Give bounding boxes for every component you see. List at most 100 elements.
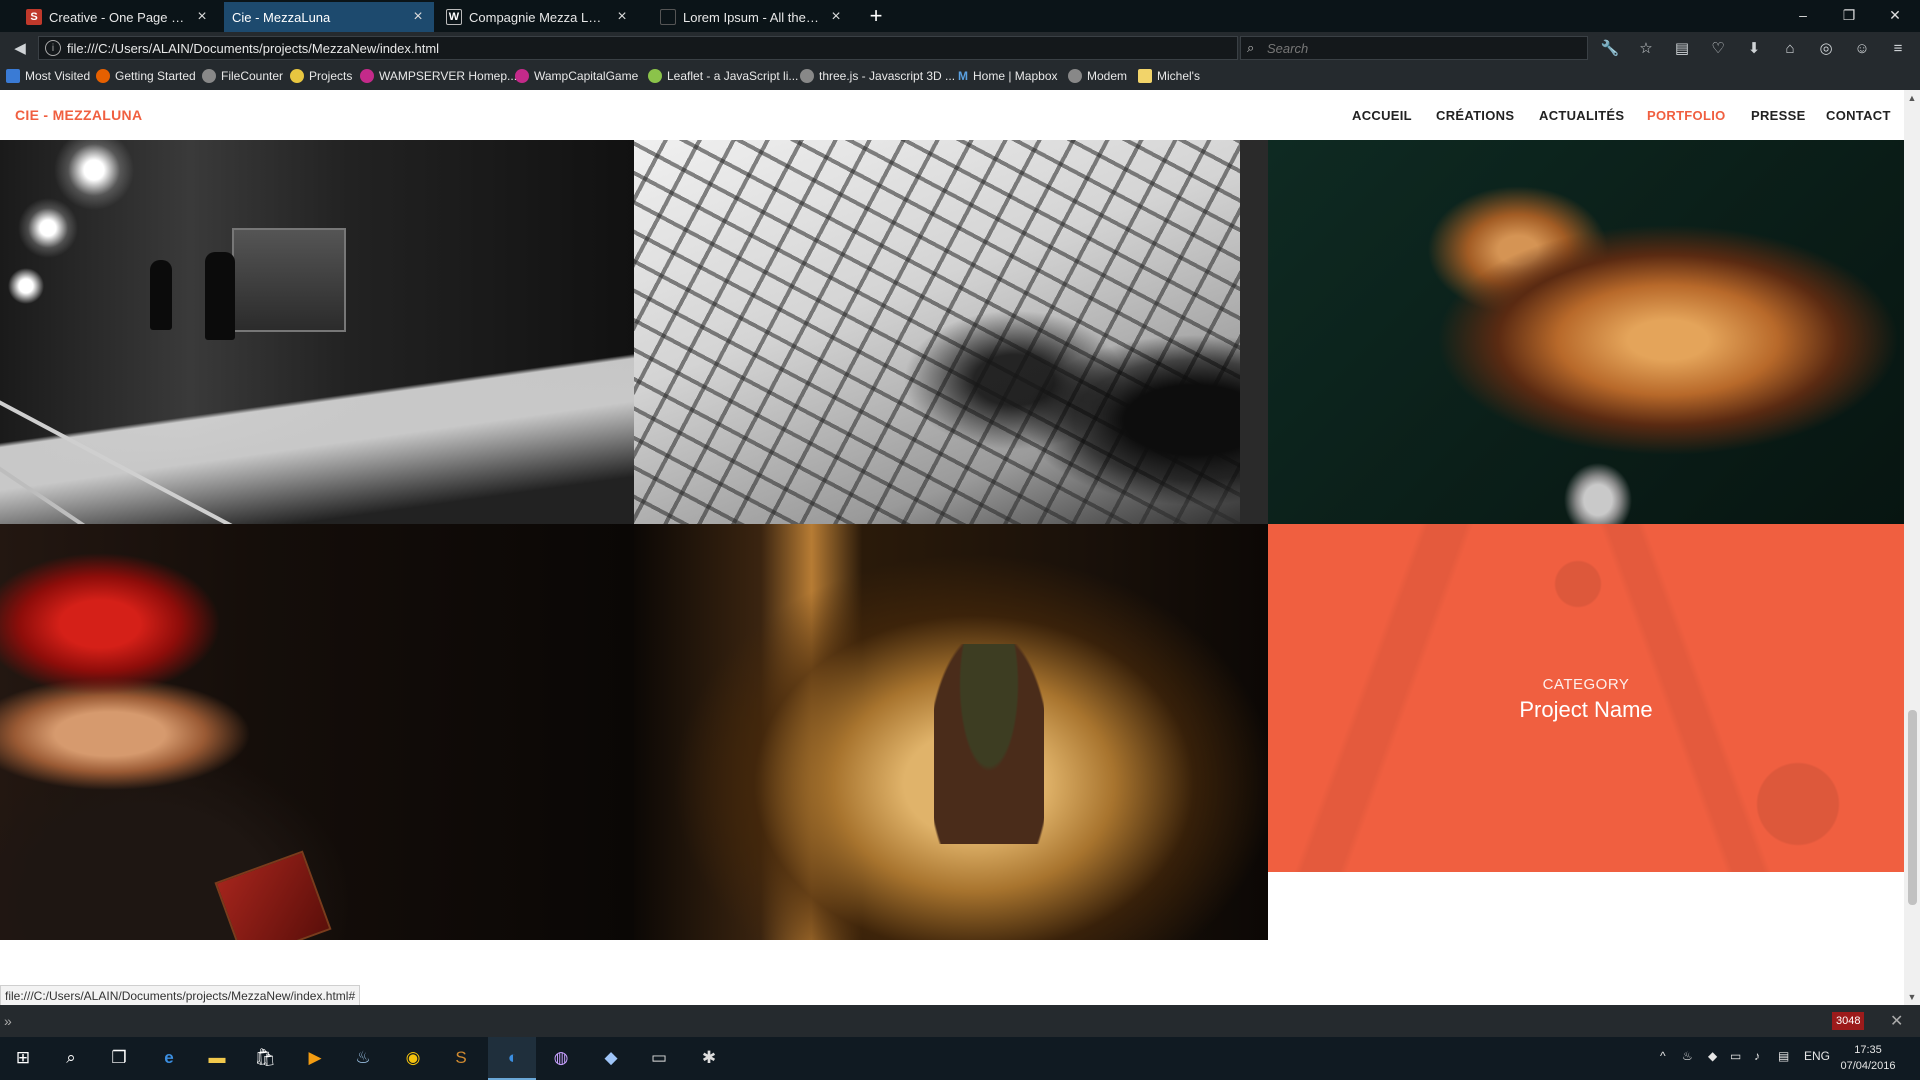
git-icon[interactable]: ✱	[696, 1045, 722, 1071]
mapbox-icon: M	[958, 69, 968, 83]
star-icon[interactable]: ☆	[1636, 38, 1656, 58]
restore-icon[interactable]: ❐	[1826, 0, 1872, 30]
volume-icon[interactable]: ♪	[1754, 1049, 1760, 1063]
bookmark-most-visited[interactable]: Most Visited	[6, 69, 90, 83]
menu-creations[interactable]: CRÉATIONS	[1436, 108, 1514, 123]
portfolio-project-name: Project Name	[1519, 697, 1653, 722]
bookmark-modem[interactable]: Modem	[1068, 69, 1127, 83]
system-clock[interactable]: 17:35 07/04/2016	[1838, 1042, 1898, 1074]
tab-mezzaluna[interactable]: Cie - MezzaLuna ×	[224, 2, 434, 32]
firefox-icon	[96, 69, 110, 83]
library-icon[interactable]: ▤	[1672, 38, 1692, 58]
portfolio-item-station-photo[interactable]	[0, 140, 634, 524]
bookmark-leaflet[interactable]: Leaflet - a JavaScript li...	[648, 69, 798, 83]
url-bar[interactable]: i file:///C:/Users/ALAIN/Documents/proje…	[38, 36, 1258, 60]
chevron-right-icon[interactable]: »	[4, 1013, 12, 1029]
page-scrollbar[interactable]: ▲ ▼	[1904, 90, 1920, 1005]
bookmark-threejs[interactable]: three.js - Javascript 3D ...	[800, 69, 955, 83]
close-tab-icon[interactable]: ×	[614, 8, 630, 26]
steam-tray-icon[interactable]: ♨	[1682, 1049, 1693, 1063]
windows-start-icon[interactable]: ⊞	[10, 1045, 36, 1071]
portfolio-category: CATEGORY	[1542, 676, 1630, 693]
portfolio-item-cobblestone-photo[interactable]	[634, 140, 1268, 524]
cube-icon[interactable]: ◆	[598, 1045, 624, 1071]
close-window-icon[interactable]: ✕	[1872, 0, 1918, 30]
bookmark-projects[interactable]: Projects	[290, 69, 352, 83]
scroll-up-icon[interactable]: ▲	[1904, 90, 1920, 106]
bookmark-getting-started[interactable]: Getting Started	[96, 69, 196, 83]
tab-title: Lorem Ipsum - All the fact...	[683, 9, 822, 25]
pocket-icon[interactable]: ♡	[1708, 38, 1728, 58]
status-bar-url: file:///C:/Users/ALAIN/Documents/project…	[0, 985, 361, 1007]
site-brand-link[interactable]: CIE - MEZZALUNA	[15, 107, 142, 123]
bookmark-filecounter[interactable]: FileCounter	[202, 69, 283, 83]
bookmark-michels[interactable]: Michel's	[1138, 69, 1200, 83]
tray-chevron-icon[interactable]: ^	[1660, 1049, 1666, 1063]
close-icon[interactable]: ✕	[1890, 1011, 1903, 1031]
search-placeholder: Search	[1267, 40, 1309, 56]
bookmark-mapbox[interactable]: M Home | Mapbox	[958, 69, 1058, 83]
task-view-icon[interactable]: ❐	[106, 1045, 132, 1071]
info-icon[interactable]: i	[45, 40, 61, 56]
globe-icon	[1068, 69, 1082, 83]
language-indicator[interactable]: ENG	[1804, 1049, 1830, 1063]
network-icon[interactable]: ▭	[1730, 1049, 1741, 1063]
chrome-icon[interactable]: ◉	[400, 1045, 426, 1071]
media-player-icon[interactable]: ▶	[302, 1045, 328, 1071]
file-explorer-icon[interactable]: ▬	[204, 1045, 230, 1071]
download-icon[interactable]: ⬇	[1744, 38, 1764, 58]
terminal-icon[interactable]: ▭	[646, 1045, 672, 1071]
wamp-icon	[360, 69, 374, 83]
bookmarks-toolbar: Most Visited Getting Started FileCounter…	[0, 64, 1920, 90]
sublime-icon[interactable]: S	[448, 1045, 474, 1071]
error-count-badge[interactable]: 3048	[1832, 1012, 1865, 1030]
menu-portfolio[interactable]: PORTFOLIO	[1647, 108, 1726, 123]
sync-icon[interactable]: ◎	[1816, 38, 1836, 58]
minimize-icon[interactable]: –	[1780, 0, 1826, 30]
menu-presse[interactable]: PRESSE	[1751, 108, 1806, 123]
tab-title: Cie - MezzaLuna	[232, 9, 331, 25]
search-input[interactable]: ⌕ Search	[1240, 36, 1588, 60]
dropbox-tray-icon[interactable]: ◆	[1708, 1049, 1717, 1063]
close-tab-icon[interactable]: ×	[828, 8, 844, 26]
store-icon[interactable]: 🛍	[252, 1045, 278, 1071]
chrome-icon	[290, 69, 304, 83]
menu-actualites[interactable]: ACTUALITÉS	[1539, 108, 1624, 123]
close-tab-icon[interactable]: ×	[194, 8, 210, 26]
close-tab-icon[interactable]: ×	[410, 8, 426, 26]
windows-taskbar: ⊞ ⌕ ❐ e ▬ 🛍 ▶ ♨ ◉ S ◐ ◍ ◆ ▭ ✱ ^ ♨ ◆ ▭ ♪ …	[0, 1037, 1920, 1080]
notifications-icon[interactable]: ▤	[1778, 1049, 1789, 1063]
steam-icon[interactable]: ♨	[350, 1045, 376, 1071]
chat-icon[interactable]: ☺	[1852, 38, 1872, 58]
search-icon[interactable]: ⌕	[58, 1045, 84, 1071]
wrench-icon[interactable]: 🔧	[1600, 38, 1620, 58]
menu-accueil[interactable]: ACCUEIL	[1352, 108, 1412, 123]
portfolio-item-hover-overlay[interactable]: CATEGORY Project Name	[1268, 524, 1904, 872]
tab-title: Compagnie Mezza Luna	[469, 9, 608, 25]
portfolio-item-crouching-figure-photo[interactable]	[634, 524, 1268, 940]
page-favicon-icon	[660, 9, 676, 25]
sitepoint-favicon-icon: S	[26, 9, 42, 25]
wikipedia-favicon-icon: W	[446, 9, 462, 25]
scrollbar-thumb[interactable]	[1908, 710, 1917, 905]
portfolio-item-singer-photo[interactable]	[1268, 140, 1904, 524]
new-tab-button[interactable]: +	[862, 2, 890, 30]
site-navbar: CIE - MEZZALUNA ACCUEIL CRÉATIONS ACTUAL…	[0, 90, 1904, 140]
url-text: file:///C:/Users/ALAIN/Documents/project…	[67, 40, 440, 56]
menu-contact[interactable]: CONTACT	[1826, 108, 1891, 123]
tab-compagnie[interactable]: W Compagnie Mezza Luna ×	[438, 2, 638, 32]
edge-icon[interactable]: e	[156, 1045, 182, 1071]
bookmark-folder-icon	[6, 69, 20, 83]
tab-lorem[interactable]: Lorem Ipsum - All the fact... ×	[652, 2, 852, 32]
bookmark-wampserver[interactable]: WAMPSERVER Homep...	[360, 69, 517, 83]
home-icon[interactable]: ⌂	[1780, 38, 1800, 58]
back-icon[interactable]: ◀	[10, 38, 30, 58]
bookmark-wampcapitalgame[interactable]: WampCapitalGame	[515, 69, 638, 83]
app-icon[interactable]: ◍	[548, 1045, 574, 1071]
menu-icon[interactable]: ≡	[1888, 38, 1908, 58]
tab-creative[interactable]: S Creative - One Page Boots... ×	[18, 2, 218, 32]
firefox-icon[interactable]: ◐	[500, 1045, 526, 1071]
scroll-down-icon[interactable]: ▼	[1904, 989, 1920, 1005]
portfolio-item-woman-photo[interactable]	[0, 524, 634, 940]
portfolio-caption: CATEGORY Project Name	[1268, 676, 1904, 723]
